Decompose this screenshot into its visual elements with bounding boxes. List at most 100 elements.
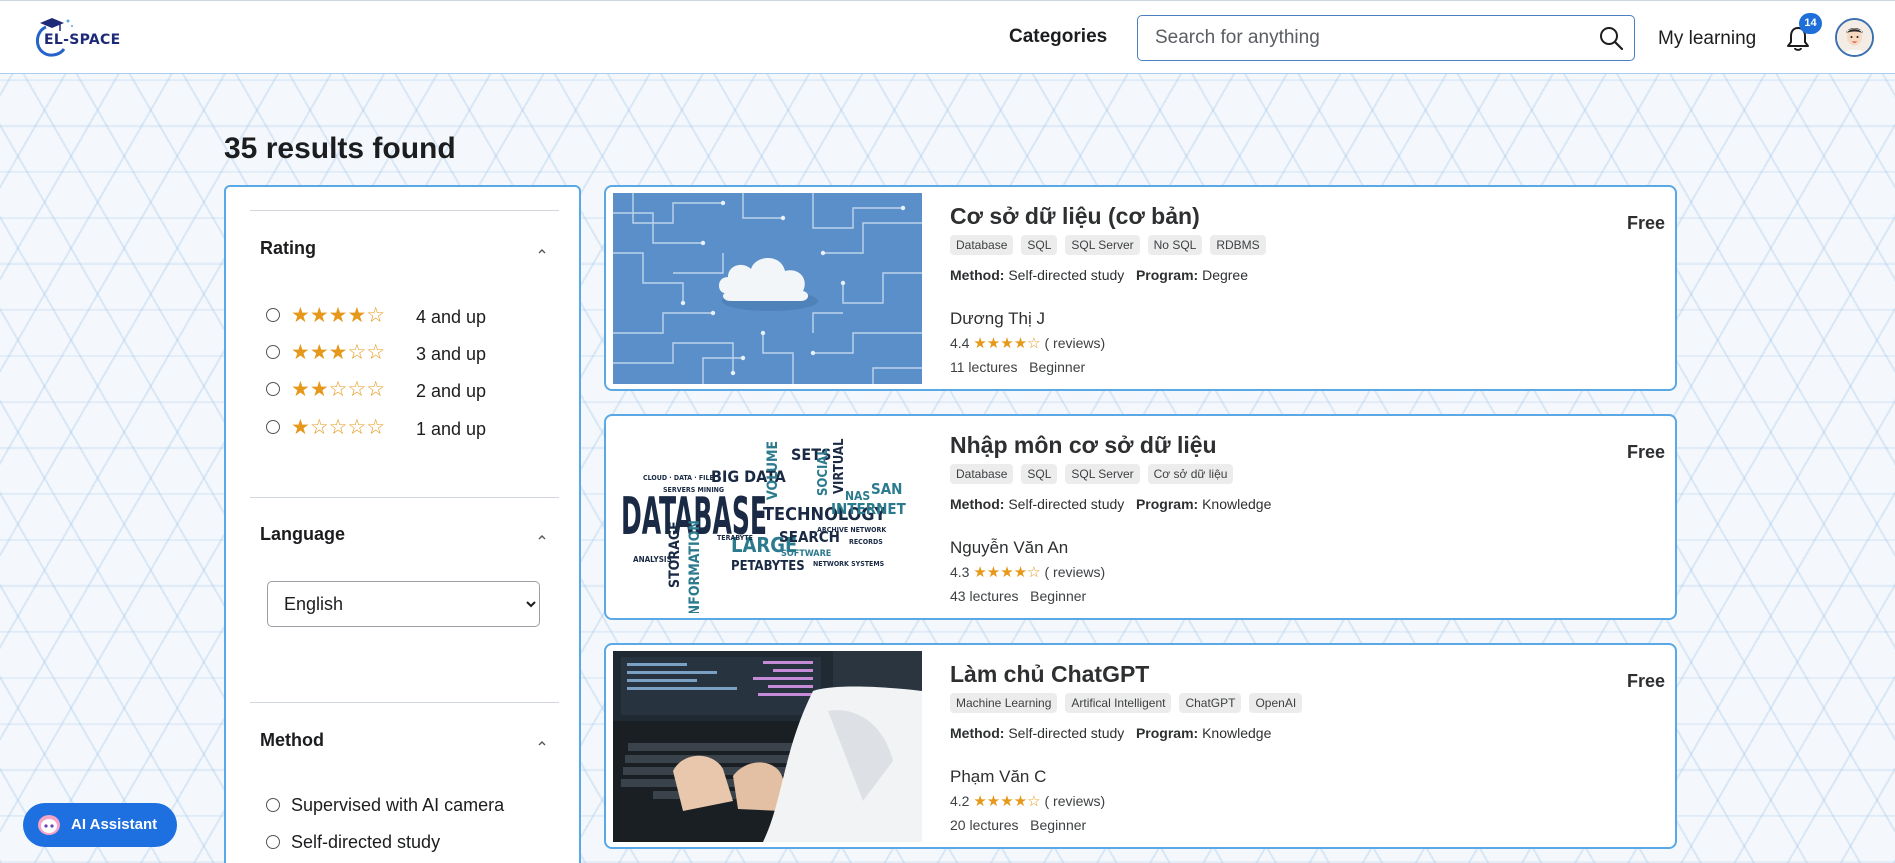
- ai-assistant-label: AI Assistant: [71, 816, 158, 833]
- chevron-up-icon[interactable]: [536, 533, 548, 541]
- filter-sidebar: Rating ★★★★☆ 4 and up ★★★☆☆ 3 and up ★★☆…: [224, 185, 581, 863]
- results-count-title: 35 results found: [224, 132, 456, 165]
- radio-button[interactable]: [266, 382, 280, 396]
- course-tag: ChatGPT: [1179, 693, 1242, 713]
- my-learning-link[interactable]: My learning: [1658, 28, 1756, 50]
- language-filter-title[interactable]: Language: [260, 524, 345, 545]
- search-input[interactable]: [1155, 16, 1575, 60]
- laptop-typing-image: [613, 651, 922, 842]
- course-title[interactable]: Cơ sở dữ liệu (cơ bản): [950, 203, 1200, 230]
- ai-assistant-icon: [38, 815, 60, 835]
- course-title[interactable]: Nhập môn cơ sở dữ liệu: [950, 432, 1217, 459]
- rating-filter-title[interactable]: Rating: [260, 238, 316, 259]
- notification-count-badge: 14: [1799, 13, 1822, 34]
- program-label: Program:: [1135, 725, 1199, 741]
- course-stats: 11 lectures Beginner: [950, 359, 1085, 375]
- svg-text:ARCHIVE NETWORK: ARCHIVE NETWORK: [817, 526, 887, 534]
- course-stats: 20 lectures Beginner: [950, 817, 1086, 833]
- program-value: Knowledge: [1202, 496, 1272, 512]
- course-card[interactable]: Cơ sở dữ liệu (cơ bản) Free Database SQL…: [604, 185, 1677, 391]
- method-option-label: Self-directed study: [291, 832, 441, 852]
- chevron-up-icon[interactable]: [536, 739, 548, 747]
- program-label: Program:: [1135, 267, 1199, 283]
- categories-menu[interactable]: Categories: [1009, 26, 1107, 48]
- course-thumbnail: [613, 651, 922, 842]
- radio-button[interactable]: [266, 308, 280, 322]
- course-card[interactable]: DATABASE BIG DATA SETS VOLUME TECHNOLOGY…: [604, 414, 1677, 620]
- language-select[interactable]: English: [267, 581, 540, 627]
- course-level: Beginner: [1029, 359, 1086, 375]
- svg-text:NETWORK SYSTEMS: NETWORK SYSTEMS: [813, 560, 885, 568]
- word-cloud-word: PETABYTES: [731, 559, 805, 574]
- course-meta: Method: Self-directed study Program: Deg…: [950, 267, 1248, 283]
- course-tag: SQL: [1021, 235, 1058, 255]
- instructor-name: Dương Thị J: [950, 309, 1045, 328]
- star-rating-icon: ★★★★☆: [973, 564, 1041, 581]
- method-value: Self-directed study: [1008, 496, 1125, 512]
- rating-option-label: 2 and up: [416, 381, 487, 401]
- method-filter-title[interactable]: Method: [260, 730, 324, 751]
- radio-button[interactable]: [266, 345, 280, 359]
- instructor-name: Phạm Văn C: [950, 767, 1047, 786]
- rating-value: 4.2: [950, 793, 970, 809]
- star-rating-icon: ★★★★☆: [973, 335, 1041, 352]
- search-bar: [1137, 15, 1635, 61]
- course-price: Free: [1626, 213, 1665, 233]
- cloud-circuit-image: [613, 193, 922, 384]
- course-thumbnail: [613, 193, 922, 384]
- ai-assistant-button[interactable]: AI Assistant: [23, 803, 177, 847]
- top-navbar: EL-SPACE Categories My learning 14: [0, 0, 1895, 74]
- course-tag: SQL Server: [1065, 464, 1140, 484]
- rating-value: 4.3: [950, 564, 970, 580]
- rating-option-label: 1 and up: [416, 419, 487, 439]
- database-word-cloud-image: DATABASE BIG DATA SETS VOLUME TECHNOLOGY…: [613, 422, 922, 613]
- radio-button[interactable]: [266, 420, 280, 434]
- course-tag: Machine Learning: [950, 693, 1058, 713]
- tag-list: Database SQL SQL Server Cơ sở dữ liệu: [950, 464, 1234, 484]
- word-cloud-word: VOLUME: [765, 441, 781, 500]
- divider: [250, 497, 559, 498]
- program-value: Knowledge: [1202, 725, 1272, 741]
- divider: [250, 702, 559, 703]
- user-avatar-icon: [1837, 20, 1872, 55]
- instructor-name: Nguyễn Văn An: [950, 538, 1069, 557]
- logo-text: EL-SPACE: [44, 32, 121, 48]
- course-level: Beginner: [1030, 817, 1087, 833]
- course-tag: OpenAI: [1249, 693, 1303, 713]
- word-cloud-word: SOFTWARE: [781, 549, 831, 559]
- program-value: Degree: [1202, 267, 1248, 283]
- radio-button[interactable]: [266, 835, 280, 849]
- course-title[interactable]: Làm chủ ChatGPT: [950, 661, 1149, 688]
- course-meta: Method: Self-directed study Program: Kno…: [950, 725, 1271, 741]
- lecture-count: 20 lectures: [950, 817, 1019, 833]
- svg-text:TERABYTE: TERABYTE: [717, 534, 753, 542]
- tag-list: Machine Learning Artifical Intelligent C…: [950, 693, 1303, 713]
- word-cloud-word: ANALYSIS: [633, 555, 672, 564]
- rating-value: 4.4: [950, 335, 970, 351]
- word-cloud-word: SAN: [871, 480, 902, 498]
- course-card[interactable]: Làm chủ ChatGPT Free Machine Learning Ar…: [604, 643, 1677, 849]
- course-tag: No SQL: [1147, 235, 1203, 255]
- method-label: Method:: [950, 496, 1005, 512]
- search-icon[interactable]: [1598, 25, 1624, 51]
- radio-button[interactable]: [266, 798, 280, 812]
- tag-list: Database SQL SQL Server No SQL RDBMS: [950, 235, 1266, 255]
- course-rating: 4.2 ★★★★☆ ( reviews): [950, 792, 1105, 810]
- svg-text:SERVERS MINING: SERVERS MINING: [663, 486, 724, 494]
- course-level: Beginner: [1030, 588, 1087, 604]
- course-tag: SQL: [1021, 464, 1058, 484]
- course-thumbnail: DATABASE BIG DATA SETS VOLUME TECHNOLOGY…: [613, 422, 922, 613]
- course-price: Free: [1626, 442, 1665, 462]
- course-meta: Method: Self-directed study Program: Kno…: [950, 496, 1271, 512]
- course-rating: 4.4 ★★★★☆ ( reviews): [950, 334, 1105, 352]
- chevron-up-icon[interactable]: [536, 247, 548, 255]
- lecture-count: 11 lectures: [950, 359, 1018, 375]
- rating-option-label: 3 and up: [416, 344, 487, 364]
- divider: [250, 210, 559, 211]
- star-rating-icon: ★★☆☆☆: [291, 378, 386, 401]
- method-label: Method:: [950, 267, 1005, 283]
- word-cloud-word: SOCIAL: [816, 448, 831, 496]
- rating-option-label: 4 and up: [416, 307, 487, 327]
- avatar[interactable]: [1835, 18, 1874, 57]
- star-rating-icon: ★★★★☆: [291, 304, 386, 327]
